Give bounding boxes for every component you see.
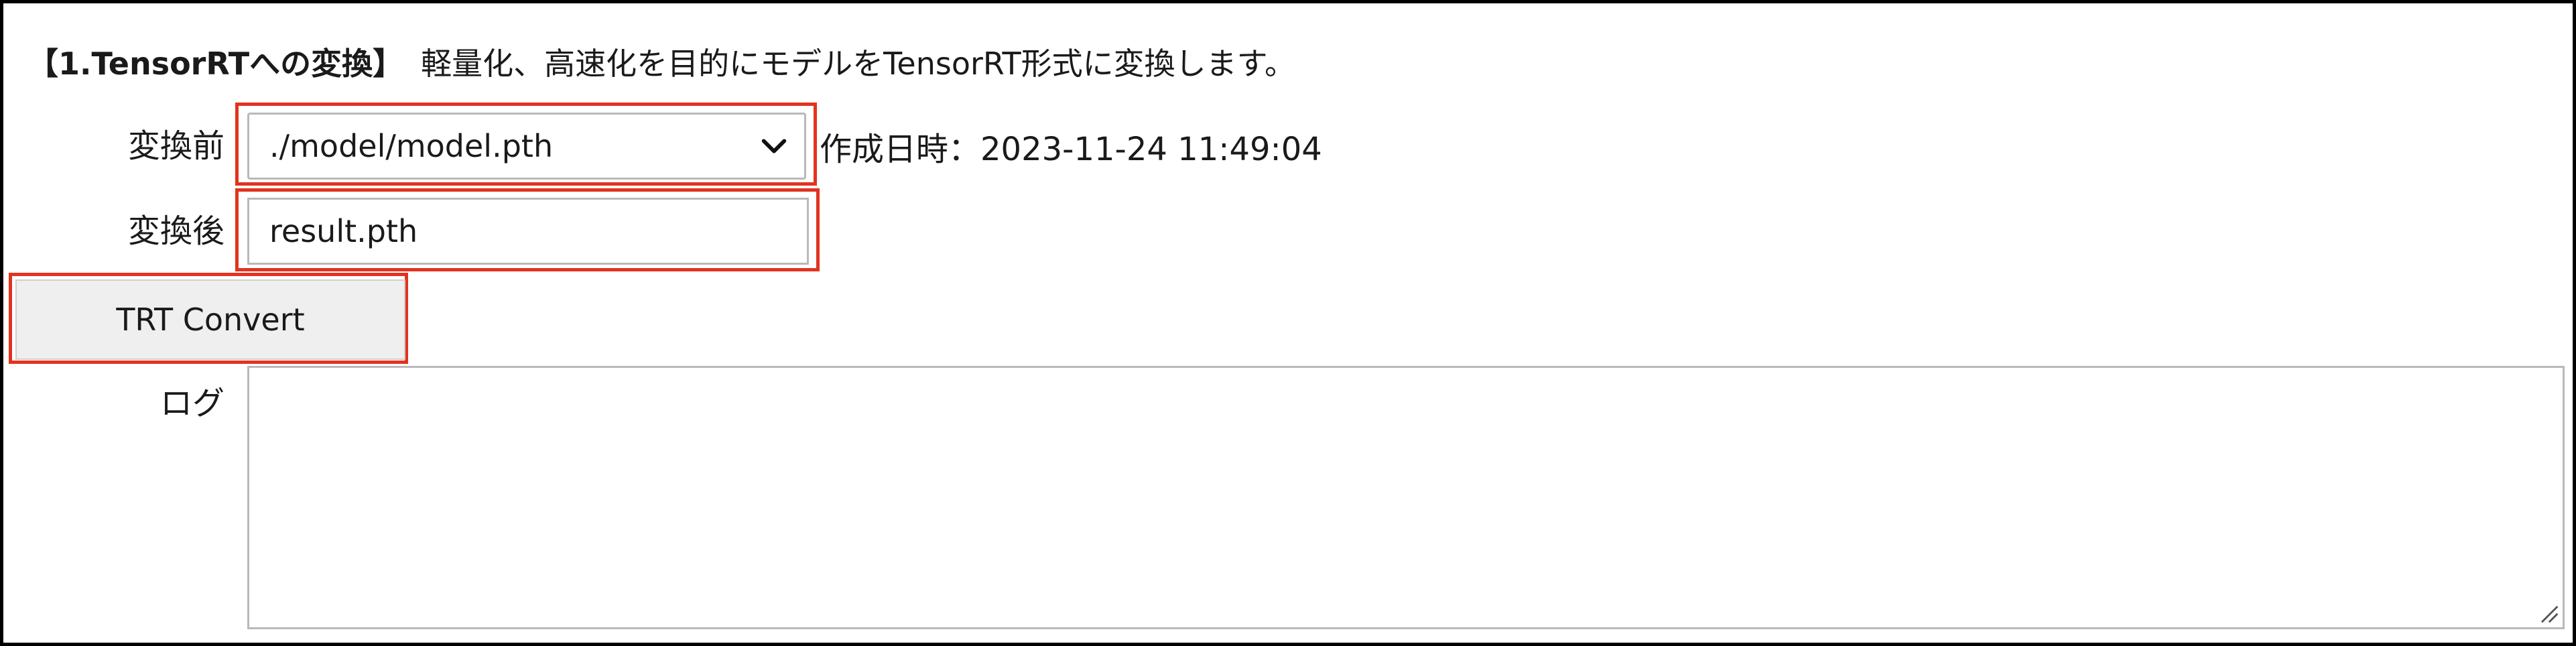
output-filename-input[interactable]: result.pth: [247, 198, 809, 265]
panel-frame: 【1.TensorRTへの変換】 軽量化、高速化を目的にモデルをTensorRT…: [0, 0, 2576, 646]
output-filename-value: result.pth: [269, 213, 418, 249]
model-select[interactable]: ./model/model.pth: [247, 113, 806, 180]
log-label: ログ: [159, 385, 224, 422]
model-select-value: ./model/model.pth: [269, 128, 554, 164]
before-label: 変換前: [127, 127, 224, 165]
log-textarea[interactable]: [247, 366, 2565, 629]
section-description: 軽量化、高速化を目的にモデルをTensorRT形式に変換します。: [421, 46, 1295, 82]
created-timestamp: 作成日時：2023-11-24 11:49:04: [820, 131, 1322, 168]
chevron-down-icon: [761, 139, 787, 153]
after-label: 変換後: [127, 212, 224, 250]
resize-grip-icon[interactable]: [2536, 600, 2560, 625]
trt-convert-button[interactable]: TRT Convert: [15, 279, 405, 360]
section-title: 【1.TensorRTへの変換】: [27, 46, 404, 82]
section-heading: 【1.TensorRTへの変換】 軽量化、高速化を目的にモデルをTensorRT…: [27, 38, 1295, 85]
